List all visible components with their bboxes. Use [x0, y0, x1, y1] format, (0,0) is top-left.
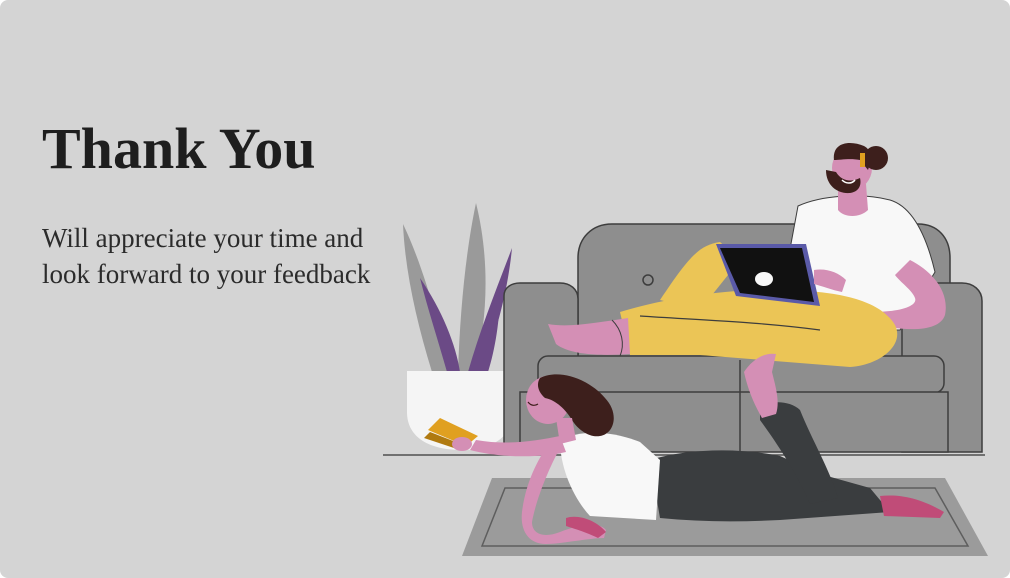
- relaxing-couple-illustration: [383, 142, 988, 556]
- plant-icon: [403, 203, 513, 450]
- thank-you-card: Thank You Will appreciate your time and …: [0, 0, 1010, 578]
